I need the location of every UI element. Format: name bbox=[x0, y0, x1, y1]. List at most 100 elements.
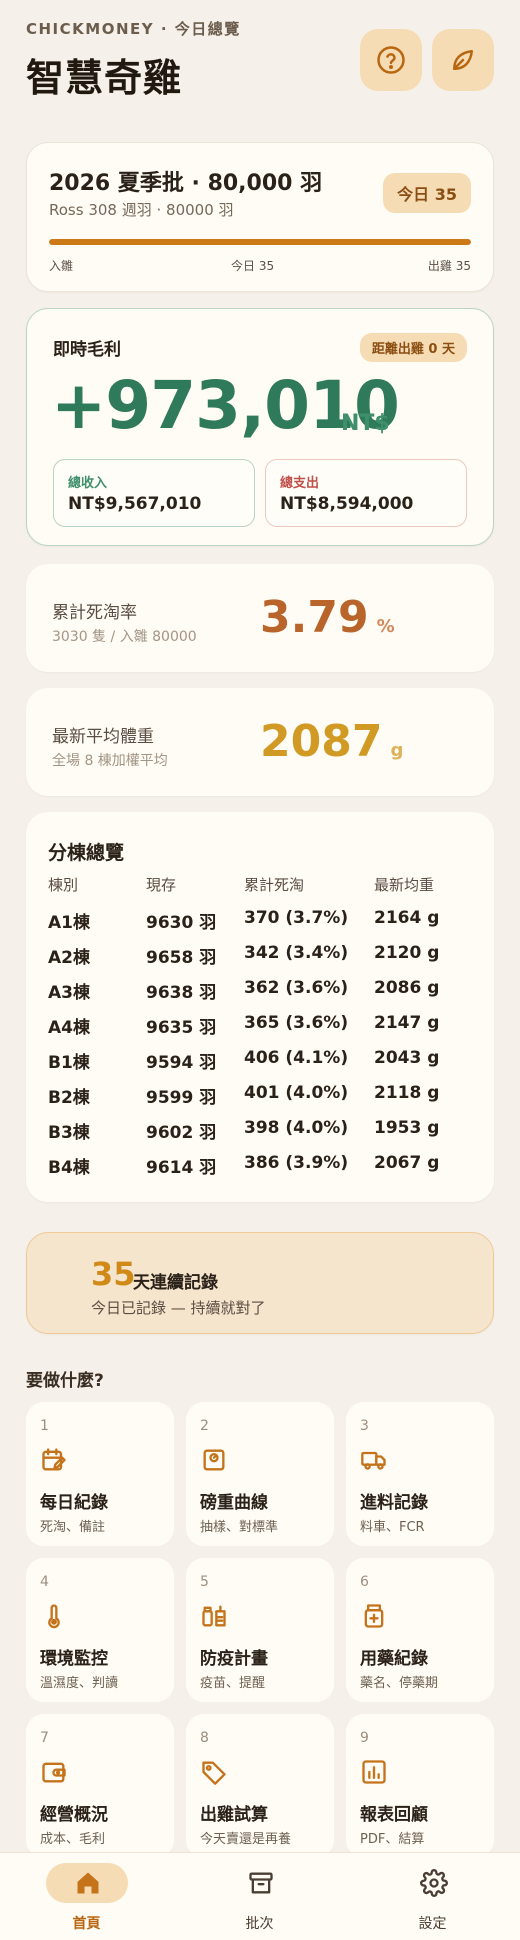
tile-title: 報表回顧 bbox=[360, 1805, 428, 1825]
progress-start-label: 入雛 bbox=[49, 259, 74, 273]
vaccine-icon bbox=[202, 1605, 226, 1627]
table-cell: A3棟 bbox=[48, 983, 90, 1003]
profit-card: 即時毛利 距離出雞 0 天 +973,010 NT$ 總收入 NT$9,567,… bbox=[26, 308, 494, 546]
countdown-badge: 距離出雞 0 天 bbox=[359, 333, 467, 362]
batch-progress-bar bbox=[49, 239, 471, 245]
tile-daily-record[interactable]: 1 每日紀錄 死淘、備註 bbox=[26, 1402, 174, 1546]
bottom-nav: 首頁 批次 設定 bbox=[0, 1852, 520, 1940]
gear-icon bbox=[420, 1869, 448, 1897]
table-cell: 9614 羽 bbox=[146, 1158, 217, 1178]
mortality-value: 3.79 bbox=[260, 592, 369, 643]
scale-icon bbox=[203, 1449, 225, 1471]
tile-title: 用藥紀錄 bbox=[360, 1649, 428, 1669]
table-cell: A1棟 bbox=[48, 913, 90, 933]
table-cell: 370 (3.7%) bbox=[244, 908, 349, 928]
tile-number: 2 bbox=[200, 1418, 209, 1434]
tile-sub: 料車、FCR bbox=[360, 1520, 425, 1535]
weight-label: 最新平均體重 bbox=[52, 727, 154, 747]
tile-number: 7 bbox=[40, 1730, 49, 1746]
truck-icon bbox=[361, 1451, 386, 1470]
actions-title: 要做什麼? bbox=[26, 1371, 104, 1391]
tile-title: 環境監控 bbox=[40, 1649, 108, 1669]
batch-subtitle: Ross 308 週羽 · 80000 羽 bbox=[49, 201, 234, 219]
batch-card[interactable]: 2026 夏季批 · 80,000 羽 Ross 308 週羽 · 80000 … bbox=[26, 142, 494, 292]
table-cell: 2067 g bbox=[374, 1153, 440, 1173]
table-cell: 2043 g bbox=[374, 1048, 440, 1068]
table-cell: 2164 g bbox=[374, 908, 440, 928]
table-cell: 1953 g bbox=[374, 1118, 440, 1138]
table-cell: B2棟 bbox=[48, 1088, 90, 1108]
income-box: 總收入 NT$9,567,010 bbox=[53, 459, 255, 527]
table-cell: 9658 羽 bbox=[146, 948, 217, 968]
tile-number: 3 bbox=[360, 1418, 369, 1434]
expense-box: 總支出 NT$8,594,000 bbox=[265, 459, 467, 527]
tile-weight-curve[interactable]: 2 磅重曲線 抽樣、對標準 bbox=[186, 1402, 334, 1546]
table-cell: 2118 g bbox=[374, 1083, 440, 1103]
chart-icon bbox=[362, 1760, 386, 1784]
tile-number: 4 bbox=[40, 1574, 49, 1590]
table-cell: 9599 羽 bbox=[146, 1088, 217, 1108]
nav-settings[interactable]: 設定 bbox=[346, 1853, 519, 1940]
tile-feed-record[interactable]: 3 進料記錄 料車、FCR bbox=[346, 1402, 494, 1546]
table-cell: B1棟 bbox=[48, 1053, 90, 1073]
mortality-sub: 3030 隻 / 入雛 80000 bbox=[52, 629, 197, 645]
table-cell: 406 (4.1%) bbox=[244, 1048, 349, 1068]
medicine-icon bbox=[364, 1604, 384, 1628]
tile-environment[interactable]: 4 環境監控 溫濕度、判讀 bbox=[26, 1558, 174, 1702]
tag-icon bbox=[202, 1761, 226, 1785]
tile-number: 9 bbox=[360, 1730, 369, 1746]
tile-title: 經營概況 bbox=[40, 1805, 108, 1825]
tile-report-review[interactable]: 9 報表回顧 PDF、結算 bbox=[346, 1714, 494, 1858]
weight-unit: g bbox=[390, 740, 404, 761]
profit-currency: NT$ bbox=[341, 411, 390, 436]
tile-vaccine-plan[interactable]: 5 防疫計畫 疫苗、提醒 bbox=[186, 1558, 334, 1702]
table-cell: 9638 羽 bbox=[146, 983, 217, 1003]
table-cell: 9594 羽 bbox=[146, 1053, 217, 1073]
tile-medicine-record[interactable]: 6 用藥紀錄 藥名、停藥期 bbox=[346, 1558, 494, 1702]
leaf-button[interactable] bbox=[432, 29, 494, 91]
calendar-edit-icon bbox=[42, 1448, 66, 1471]
nav-batch[interactable]: 批次 bbox=[173, 1853, 346, 1940]
page-title: 智慧奇雞 bbox=[26, 56, 183, 100]
tile-title: 進料記錄 bbox=[360, 1493, 428, 1513]
houses-card: 分棟總覽 棟別 現存 累計死淘 最新均重 A1棟 9630 羽 370 (3.7… bbox=[26, 812, 494, 1202]
tile-number: 6 bbox=[360, 1574, 369, 1590]
thermometer-icon bbox=[48, 1604, 60, 1629]
tile-title: 出雞試算 bbox=[200, 1805, 268, 1825]
tile-title: 磅重曲線 bbox=[200, 1493, 268, 1513]
table-cell: 401 (4.0%) bbox=[244, 1083, 349, 1103]
tile-number: 1 bbox=[40, 1418, 49, 1434]
table-cell: 2086 g bbox=[374, 978, 440, 998]
tile-sub: 藥名、停藥期 bbox=[360, 1676, 439, 1691]
tile-title: 每日紀錄 bbox=[40, 1493, 108, 1513]
weight-card: 最新平均體重 全場 8 棟加權平均 2087 g bbox=[26, 688, 494, 796]
table-cell: B4棟 bbox=[48, 1158, 90, 1178]
nav-home[interactable]: 首頁 bbox=[0, 1853, 173, 1940]
weight-value-wrap: 2087 g bbox=[260, 716, 403, 767]
table-cell: 342 (3.4%) bbox=[244, 943, 349, 963]
help-button[interactable] bbox=[360, 29, 422, 91]
nav-label: 首頁 bbox=[72, 1916, 101, 1932]
streak-days: 35 bbox=[91, 1255, 136, 1293]
col-header-alive: 現存 bbox=[146, 876, 177, 894]
tile-business-overview[interactable]: 7 經營概況 成本、毛利 bbox=[26, 1714, 174, 1858]
header-eyebrow: CHICKMONEY · 今日總覽 bbox=[26, 20, 241, 38]
tile-sub: 今天賣還是再養 bbox=[200, 1832, 292, 1847]
table-cell: A4棟 bbox=[48, 1018, 90, 1038]
table-cell: 9635 羽 bbox=[146, 1018, 217, 1038]
batch-progress-fill bbox=[49, 239, 471, 245]
tile-sub: 疫苗、提醒 bbox=[200, 1676, 266, 1691]
tile-sub: 抽樣、對標準 bbox=[200, 1520, 279, 1535]
expense-label: 總支出 bbox=[280, 476, 320, 491]
table-cell: 2120 g bbox=[374, 943, 440, 963]
nav-label: 設定 bbox=[418, 1916, 447, 1932]
tile-sale-calculator[interactable]: 8 出雞試算 今天賣還是再養 bbox=[186, 1714, 334, 1858]
help-icon bbox=[377, 46, 405, 74]
houses-title: 分棟總覽 bbox=[48, 842, 125, 864]
tile-number: 5 bbox=[200, 1574, 209, 1590]
progress-end-label: 出雞 35 bbox=[427, 259, 471, 273]
archive-icon bbox=[249, 1872, 273, 1894]
col-header-house: 棟別 bbox=[48, 876, 79, 894]
tile-number: 8 bbox=[200, 1730, 209, 1746]
expense-value: NT$8,594,000 bbox=[280, 494, 414, 514]
